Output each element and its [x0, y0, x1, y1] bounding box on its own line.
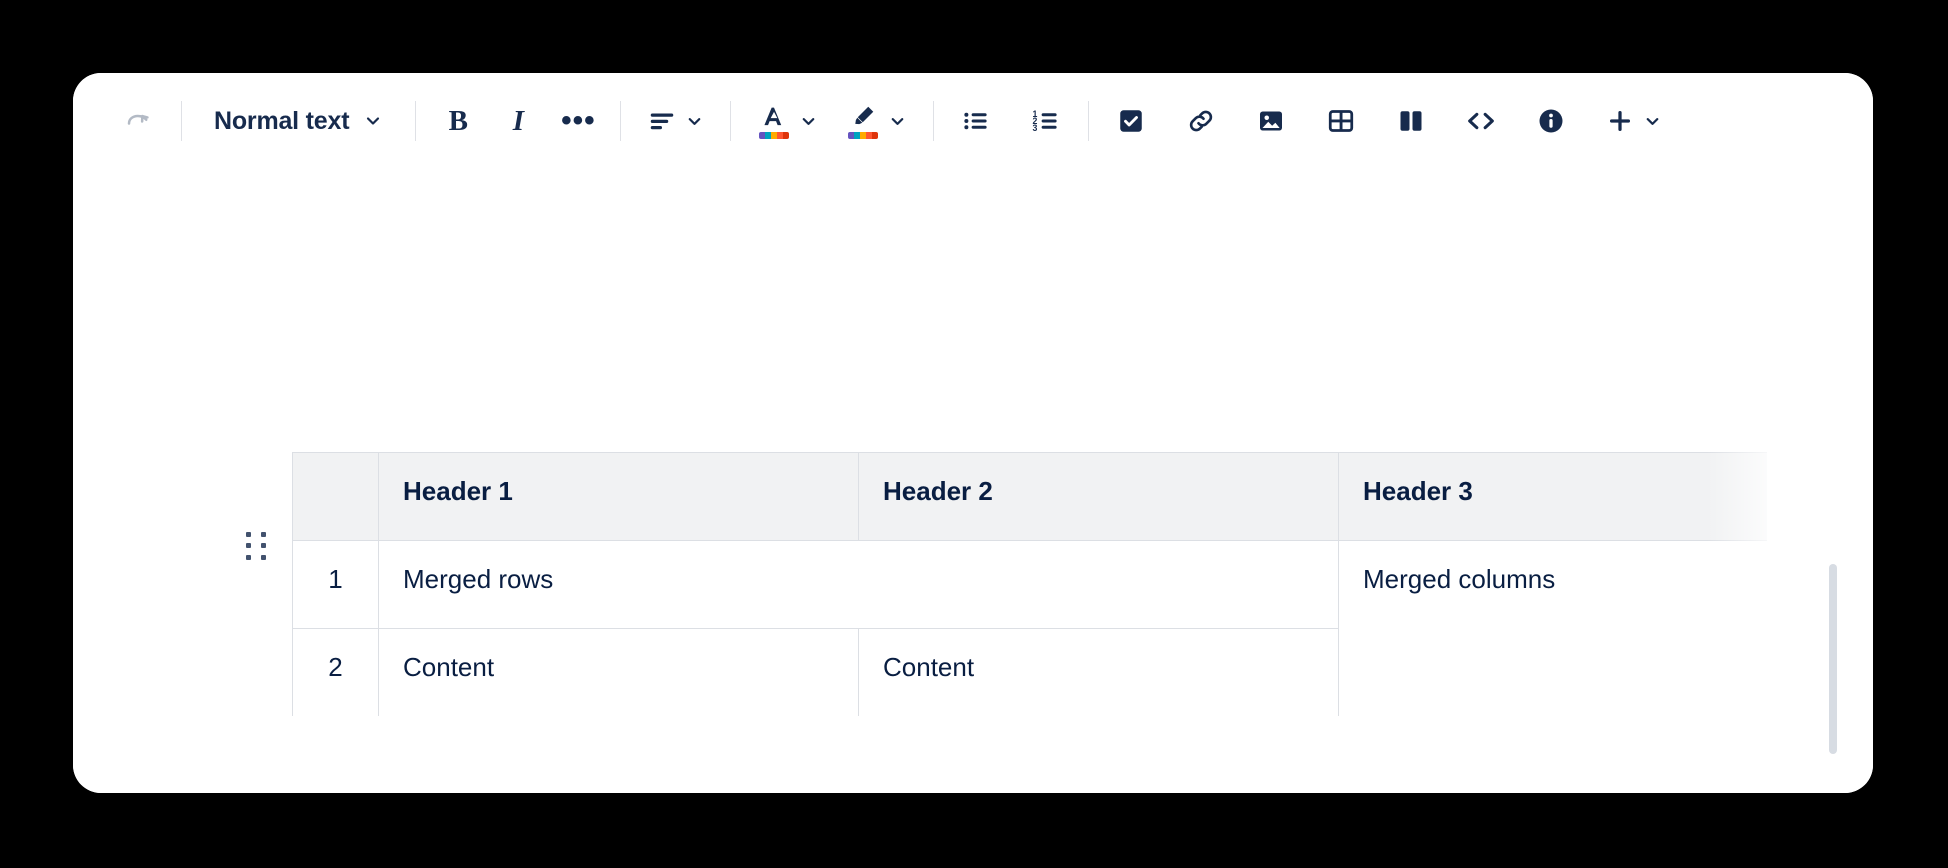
svg-text:3: 3: [1033, 123, 1038, 133]
table-corner-cell[interactable]: [293, 453, 379, 541]
table-drag-handle[interactable]: [246, 532, 270, 562]
link-button[interactable]: [1177, 97, 1225, 145]
table-header-cell-2[interactable]: Header 2: [859, 453, 1339, 541]
more-formatting-button[interactable]: •••: [554, 97, 602, 145]
text-align-button[interactable]: [639, 97, 712, 145]
table-cell-merged-rows[interactable]: Merged rows: [379, 541, 1339, 629]
table-header-cell-1[interactable]: Header 1: [379, 453, 859, 541]
redo-button[interactable]: [115, 97, 163, 145]
chevron-down-icon: [888, 112, 907, 131]
document-table[interactable]: Header 1 Header 2 Header 3 1 Merged rows…: [292, 452, 1767, 716]
toolbar-divider-1: [181, 101, 182, 141]
app-root: Normal text B I •••: [0, 0, 1948, 868]
text-align-left-icon: [647, 106, 677, 136]
row-number-1[interactable]: 1: [293, 541, 379, 629]
text-color-icon: [757, 103, 791, 139]
numbered-list-icon: 1 2 3: [1031, 106, 1061, 136]
drag-dot: [261, 543, 266, 548]
bold-icon: B: [449, 107, 468, 136]
ellipsis-icon: •••: [561, 112, 596, 130]
toolbar-divider-2: [415, 101, 416, 141]
color-swatch-bar: [759, 132, 789, 139]
numbered-list-button[interactable]: 1 2 3: [1022, 97, 1070, 145]
table-scroll-container: Header 1 Header 2 Header 3 1 Merged rows…: [292, 452, 1767, 716]
chevron-down-icon: [363, 111, 383, 131]
drag-dot: [261, 555, 266, 560]
redo-icon: [124, 106, 154, 136]
bold-button[interactable]: B: [434, 97, 482, 145]
code-icon: [1465, 106, 1497, 136]
text-style-dropdown[interactable]: Normal text: [200, 97, 397, 145]
checkbox-icon: [1116, 106, 1146, 136]
table-header-row: Header 1 Header 2 Header 3: [293, 453, 1768, 541]
code-button[interactable]: [1457, 97, 1505, 145]
toolbar-divider-5: [933, 101, 934, 141]
info-circle-icon: [1536, 106, 1566, 136]
plus-icon: [1605, 106, 1635, 136]
document-canvas[interactable]: Header 1 Header 2 Header 3 1 Merged rows…: [73, 169, 1873, 793]
image-icon: [1256, 106, 1286, 136]
two-column-layout-icon: [1396, 106, 1426, 136]
editor-toolbar: Normal text B I •••: [73, 73, 1873, 169]
row-number-2[interactable]: 2: [293, 629, 379, 717]
table-button[interactable]: [1317, 97, 1365, 145]
task-list-button[interactable]: [1107, 97, 1155, 145]
highlighter-pen-icon: [846, 103, 880, 139]
italic-icon: I: [513, 107, 524, 136]
bullet-list-button[interactable]: [952, 97, 1000, 145]
insert-more-button[interactable]: [1597, 97, 1670, 145]
editor-card: Normal text B I •••: [73, 73, 1873, 793]
highlight-color-button[interactable]: [838, 97, 915, 145]
table-row: 1 Merged rows Merged columns: [293, 541, 1768, 629]
toolbar-divider-6: [1088, 101, 1089, 141]
layout-button[interactable]: [1387, 97, 1435, 145]
pen-glyph: [849, 103, 877, 131]
image-button[interactable]: [1247, 97, 1295, 145]
chevron-down-icon: [1643, 112, 1662, 131]
drag-dot: [246, 543, 251, 548]
color-swatch-bar: [848, 132, 878, 139]
text-color-button[interactable]: [749, 97, 826, 145]
link-icon: [1186, 106, 1216, 136]
toolbar-divider-4: [730, 101, 731, 141]
italic-button[interactable]: I: [494, 97, 542, 145]
table-cell-content-1[interactable]: Content: [379, 629, 859, 717]
text-style-label: Normal text: [214, 107, 349, 136]
vertical-scrollbar[interactable]: [1829, 479, 1839, 793]
table-icon: [1326, 106, 1356, 136]
toolbar-divider-3: [620, 101, 621, 141]
info-panel-button[interactable]: [1527, 97, 1575, 145]
scrollbar-thumb[interactable]: [1829, 564, 1837, 754]
drag-dot: [246, 532, 251, 537]
drag-dot: [246, 555, 251, 560]
drag-dot: [261, 532, 266, 537]
letter-a-glyph: [760, 103, 788, 131]
bullet-list-icon: [961, 106, 991, 136]
table-cell-merged-columns[interactable]: Merged columns: [1339, 541, 1768, 717]
chevron-down-icon: [685, 112, 704, 131]
table-header-cell-3[interactable]: Header 3: [1339, 453, 1768, 541]
table-cell-content-2[interactable]: Content: [859, 629, 1339, 717]
chevron-down-icon: [799, 112, 818, 131]
